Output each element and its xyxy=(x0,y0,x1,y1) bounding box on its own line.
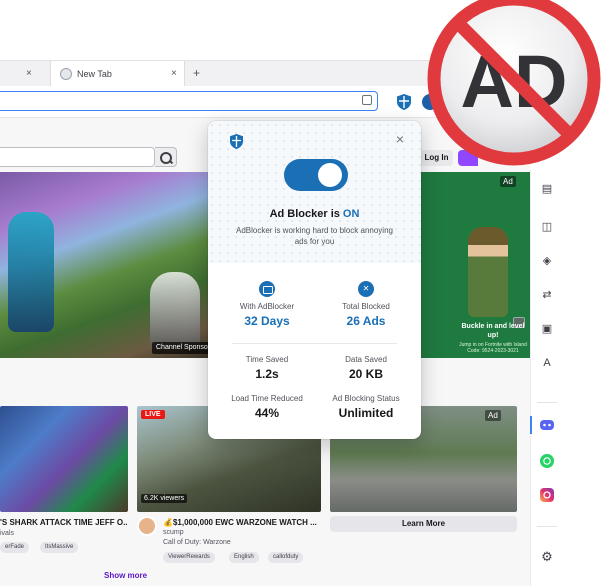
channel-sponsor-label: Channel Sponsors xyxy=(152,342,208,354)
adblocker-extension-icon[interactable] xyxy=(397,94,411,110)
calendar-icon xyxy=(259,281,275,297)
close-icon[interactable]: × xyxy=(394,132,406,146)
adblock-status: Ad Blocker is ON xyxy=(208,208,421,220)
browser-sidebar: ▤ ◫ ◈ ⇄ ▣ A ⚙ xyxy=(530,170,562,586)
blocked-icon xyxy=(358,281,374,297)
stat-label: Ad Blocking Status xyxy=(332,394,400,403)
stream-channel[interactable]: scump xyxy=(163,529,184,536)
status-description: AdBlocker is working hard to block annoy… xyxy=(236,226,393,246)
stream-tag[interactable]: ItsMassive xyxy=(40,542,79,553)
instagram-icon[interactable] xyxy=(540,488,554,502)
stat-total-blocked: Total Blocked 26 Ads xyxy=(316,281,416,329)
reading-list-icon[interactable]: ▤ xyxy=(540,182,554,196)
adblocker-popup: × Ad Blocker is ON AdBlocker is working … xyxy=(208,121,421,439)
adblocker-logo-icon xyxy=(230,134,243,149)
ad-slogan: Buckle in and level up! xyxy=(461,323,525,339)
stat-data-saved: Data Saved 20 KB xyxy=(316,355,416,382)
stat-label: Time Saved xyxy=(245,355,289,364)
whatsapp-icon[interactable] xyxy=(540,454,554,468)
game-character xyxy=(8,212,54,332)
stat-label: Total Blocked xyxy=(342,302,390,311)
settings-gear-icon[interactable]: ⚙ xyxy=(540,550,554,564)
stat-value: 32 Days xyxy=(244,314,290,328)
stat-value: 1.2s xyxy=(255,367,279,381)
search-button[interactable] xyxy=(155,147,177,167)
stat-value: 20 KB xyxy=(348,367,383,381)
ad-badge: Ad xyxy=(500,176,516,187)
package-icon[interactable]: ◫ xyxy=(540,220,554,234)
stream-tag[interactable]: callofduty xyxy=(268,552,304,563)
featured-stream-video[interactable]: Channel Sponsors xyxy=(0,172,208,358)
browser-tab-current[interactable]: × xyxy=(0,61,48,87)
stat-load-time-reduced: Load Time Reduced 44% xyxy=(217,394,317,421)
hero-ad-panel[interactable]: Ad Buckle in and level up! Jump in on Fo… xyxy=(420,172,530,358)
sidebar-divider xyxy=(537,526,557,527)
stream-thumbnail[interactable] xyxy=(0,406,128,512)
swap-icon[interactable]: ⇄ xyxy=(540,288,554,302)
tab-close-icon[interactable]: × xyxy=(171,68,177,79)
stat-label: Data Saved xyxy=(345,355,387,364)
tab-close-icon[interactable]: × xyxy=(26,68,32,79)
status-prefix: Ad Blocker is xyxy=(269,208,343,220)
stream-channel[interactable]: ivals xyxy=(0,530,14,537)
toggle-knob xyxy=(318,163,342,187)
stat-value: Unlimited xyxy=(338,406,394,420)
stream-tag[interactable]: erFade xyxy=(0,542,30,553)
sidebar-divider xyxy=(537,402,557,403)
live-badge: LIVE xyxy=(141,410,165,419)
stream-title[interactable]: 💰$1,000,000 EWC WARZONE WATCH ... xyxy=(163,518,323,527)
adblock-toggle[interactable] xyxy=(284,159,348,191)
stat-time-saved: Time Saved 1.2s xyxy=(217,355,317,382)
stream-tag[interactable]: English xyxy=(229,552,259,563)
globe-icon xyxy=(60,68,72,80)
stat-with-adblocker: With AdBlocker 32 Days xyxy=(217,281,317,329)
stat-value: 26 Ads xyxy=(346,314,386,328)
discord-icon[interactable] xyxy=(540,418,554,432)
ad-badge: Ad xyxy=(485,410,501,421)
address-bar[interactable] xyxy=(0,91,378,111)
viewer-count: 6.2K viewers xyxy=(141,494,188,503)
tag-icon[interactable]: ◈ xyxy=(540,254,554,268)
stream-tag[interactable]: ViewerRewards xyxy=(163,552,215,563)
stream-title[interactable]: 'S SHARK ATTACK TIME JEFF O... xyxy=(0,518,128,527)
ad-character-image xyxy=(468,227,508,317)
learn-more-button[interactable]: Learn More xyxy=(330,516,517,532)
screenshot-stage: × New Tab × + Log In Channel Sponsors Ad… xyxy=(0,0,601,586)
status-value: ON xyxy=(342,208,360,220)
no-ads-badge: AD xyxy=(427,0,601,166)
stat-label: With AdBlocker xyxy=(239,302,295,311)
tab-title: New Tab xyxy=(77,69,112,79)
sidebar-active-indicator xyxy=(530,416,532,434)
stat-blocking-status: Ad Blocking Status Unlimited xyxy=(316,394,416,421)
stream-game[interactable]: Call of Duty: Warzone xyxy=(163,539,231,546)
stat-value: 44% xyxy=(254,406,280,420)
browser-tab-new[interactable]: New Tab × xyxy=(50,61,185,87)
new-tab-button[interactable]: + xyxy=(193,66,200,80)
ad-subtext: Jump in on Fortnite with Island Code: 95… xyxy=(459,342,527,354)
search-input[interactable] xyxy=(0,147,155,167)
notes-icon[interactable]: ▣ xyxy=(540,322,554,336)
stat-label: Load Time Reduced xyxy=(231,394,303,403)
translate-icon[interactable]: A xyxy=(540,356,554,370)
popup-divider xyxy=(232,343,397,344)
show-more-link[interactable]: Show more xyxy=(104,571,147,580)
bookmark-icon[interactable] xyxy=(362,95,372,105)
avatar[interactable] xyxy=(137,516,157,536)
game-character xyxy=(150,272,200,348)
